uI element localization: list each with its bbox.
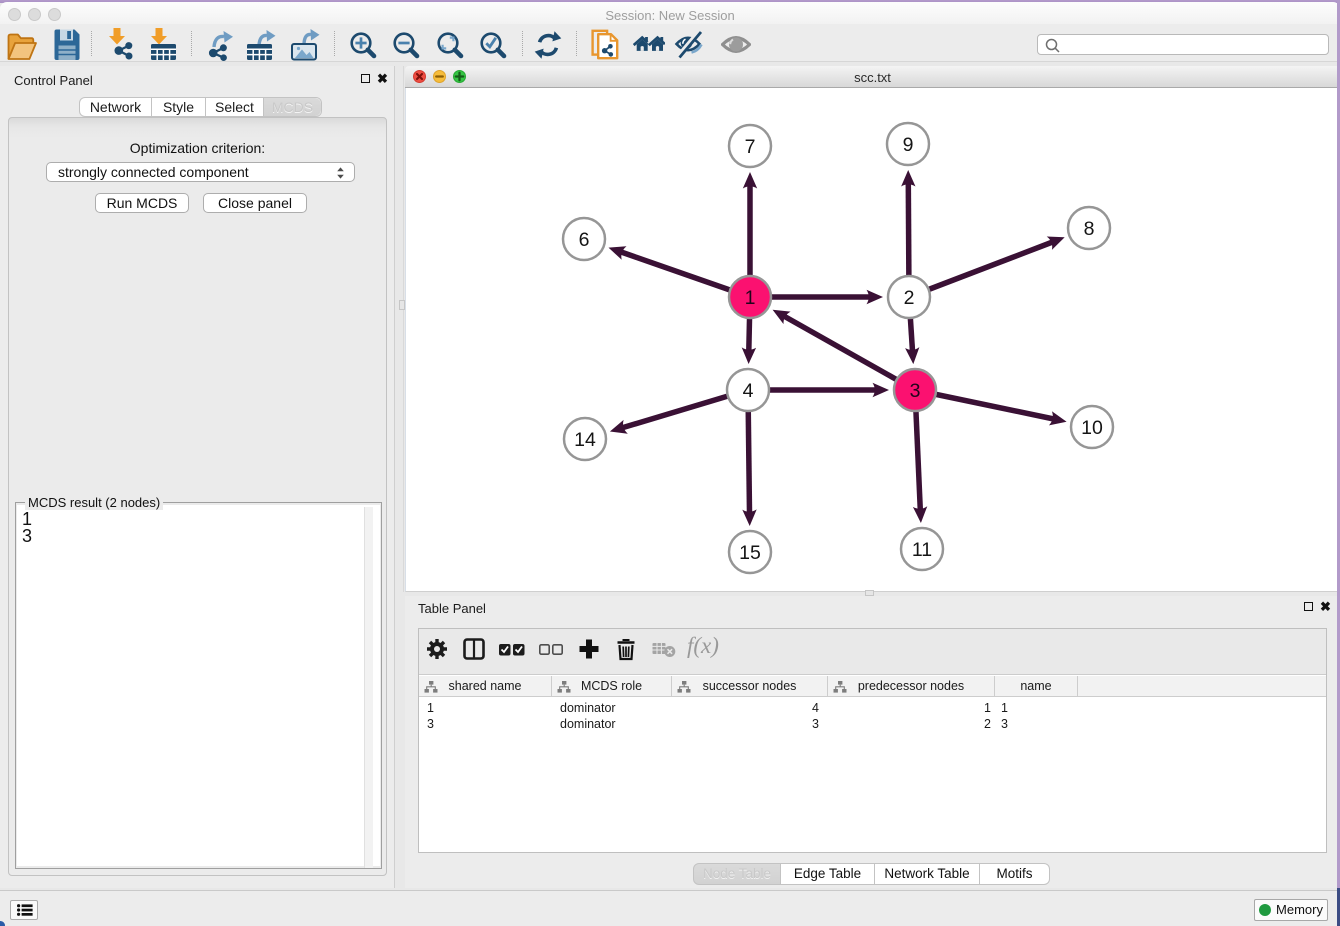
svg-text:15: 15 bbox=[739, 542, 761, 564]
svg-text:9: 9 bbox=[903, 134, 914, 156]
svg-text:6: 6 bbox=[579, 229, 590, 251]
svg-text:1: 1 bbox=[745, 287, 756, 309]
svg-text:3: 3 bbox=[910, 380, 921, 402]
svg-text:11: 11 bbox=[912, 539, 932, 561]
svg-text:10: 10 bbox=[1081, 417, 1103, 439]
svg-text:2: 2 bbox=[904, 287, 915, 309]
svg-text:14: 14 bbox=[574, 429, 596, 451]
svg-text:7: 7 bbox=[745, 136, 756, 158]
svg-text:8: 8 bbox=[1084, 218, 1095, 240]
svg-text:4: 4 bbox=[743, 380, 754, 402]
